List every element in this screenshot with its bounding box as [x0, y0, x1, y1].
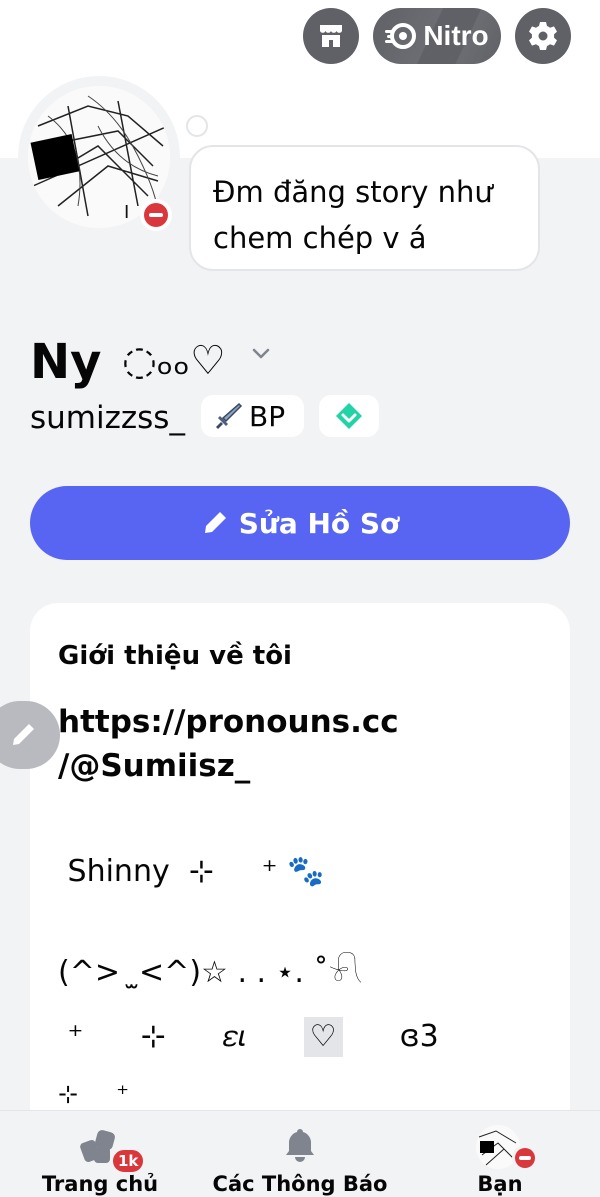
- nitro-label: Nitro: [423, 20, 489, 51]
- svg-text:I: I: [124, 202, 129, 223]
- pronouns-link[interactable]: https://pronouns.cc /@Sumiisz_: [58, 700, 558, 788]
- pencil-icon: [204, 512, 226, 533]
- gear-icon: [529, 22, 557, 50]
- chevron-down-icon[interactable]: [250, 342, 272, 364]
- bell-icon: [286, 1129, 314, 1162]
- display-name: Ny: [30, 334, 102, 390]
- pronouns-link-line1[interactable]: https://pronouns.cc: [58, 700, 558, 744]
- nitro-button[interactable]: Nitro: [373, 8, 501, 64]
- about-line-deco: ⁺ ⊹ 𝜀𝜄 ♡ ɞ3: [58, 1017, 439, 1057]
- edit-profile-label: Sửa Hồ Sơ: [238, 506, 400, 540]
- about-deco-a: ⁺ ⊹ 𝜀𝜄: [58, 1019, 304, 1054]
- quest-badge[interactable]: [319, 395, 379, 437]
- nitro-icon: [385, 23, 417, 49]
- about-me-title: Giới thiệu về tôi: [58, 641, 292, 671]
- about-deco-b: ɞ3: [342, 1019, 439, 1054]
- sword-icon: [216, 402, 243, 429]
- guild-tag-label: BP: [249, 399, 286, 433]
- nav-dnd-status-icon: [512, 1145, 538, 1171]
- pronouns-link-line2[interactable]: /@Sumiisz_: [58, 744, 558, 788]
- heart-icon: ♡: [303, 1017, 343, 1057]
- username: sumizzss_: [30, 400, 185, 436]
- about-line-deco-c: ⊹ ⁺: [58, 1080, 129, 1108]
- nav-notifications-label: Các Thông Báo: [212, 1172, 388, 1196]
- nav-notifications[interactable]: Các Thông Báo: [212, 1111, 388, 1197]
- nav-you-label: Bạn: [477, 1172, 523, 1196]
- shop-button[interactable]: [303, 8, 359, 64]
- bottom-navigation: Trang chủ 1k Các Thông Báo Bạn: [0, 1110, 600, 1197]
- pencil-icon: [13, 724, 34, 745]
- custom-status-bubble[interactable]: Đm đăng story như chem chép v á: [189, 145, 540, 271]
- settings-button[interactable]: [515, 8, 571, 64]
- about-line-shinny: Shinny ⊹ ⁺ 🐾: [58, 854, 325, 889]
- guild-tag[interactable]: BP: [201, 395, 304, 437]
- shop-icon: [320, 25, 342, 47]
- display-name-decoration: ◌ₒₒ♡: [122, 338, 226, 384]
- edit-profile-button[interactable]: Sửa Hồ Sơ: [30, 486, 570, 560]
- dnd-status-icon: [140, 199, 172, 231]
- bubble-tail-dot: [186, 115, 208, 137]
- nav-home-label: Trang chủ: [41, 1172, 159, 1196]
- about-line-kaomoji: (^> ̫<^)☆ . . ⋆. ˚𓍯: [58, 955, 363, 990]
- home-badge: 1k: [110, 1147, 147, 1175]
- quest-badge-icon: [336, 403, 362, 429]
